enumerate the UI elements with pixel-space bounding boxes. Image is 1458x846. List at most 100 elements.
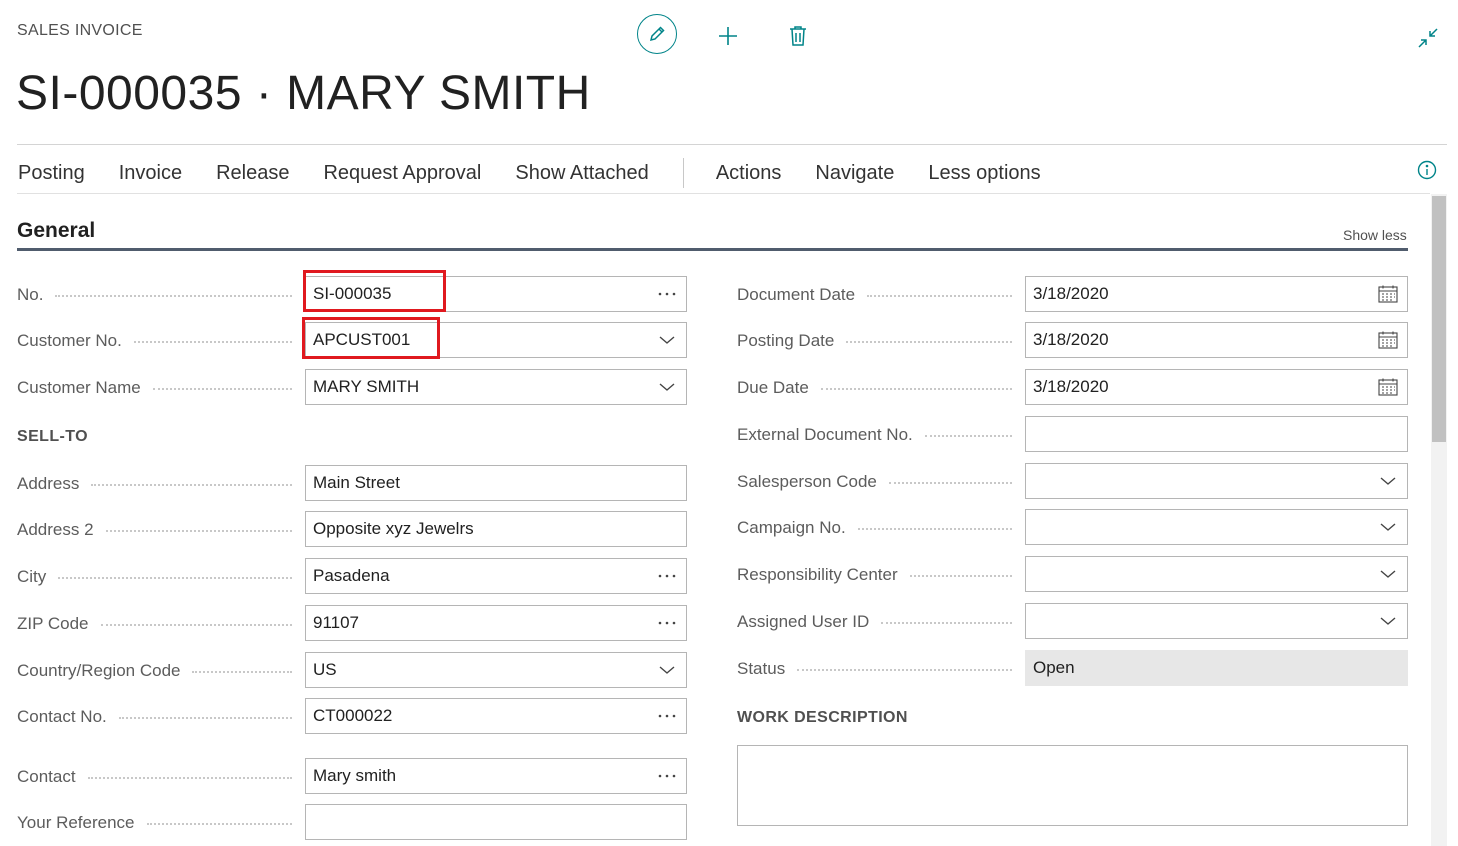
ellipsis-icon[interactable] — [656, 705, 678, 727]
add-button[interactable] — [710, 18, 746, 54]
calendar-icon[interactable] — [1377, 283, 1399, 305]
customer-name-field[interactable]: MARY SMITH — [305, 369, 687, 405]
ellipsis-icon[interactable] — [656, 565, 678, 587]
work-description-textarea[interactable] — [737, 745, 1408, 826]
assigned-user-id-label: Assigned User ID — [737, 611, 1012, 633]
due-date-label-text: Due Date — [737, 378, 809, 397]
menu-invoice[interactable]: Invoice — [119, 162, 182, 185]
chevron-down-icon[interactable] — [1377, 563, 1399, 585]
contact-value: Mary smith — [313, 766, 397, 785]
label-dots — [881, 622, 1012, 624]
zip-label-text: ZIP Code — [17, 614, 89, 633]
ellipsis-icon[interactable] — [656, 765, 678, 787]
calendar-icon[interactable] — [1377, 329, 1399, 351]
chevron-down-icon[interactable] — [656, 329, 678, 351]
zip-value: 91107 — [313, 613, 360, 632]
no-label: No. — [17, 284, 292, 306]
document-date-field[interactable]: 3/18/2020 — [1025, 276, 1408, 312]
action-menu: Posting Invoice Release Request Approval… — [18, 156, 1075, 190]
menu-request-approval[interactable]: Request Approval — [323, 162, 481, 185]
contact-no-label-text: Contact No. — [17, 707, 107, 726]
address2-label-text: Address 2 — [17, 520, 94, 539]
chevron-down-icon[interactable] — [1377, 516, 1399, 538]
address-label: Address — [17, 473, 292, 495]
contact-field[interactable]: Mary smith — [305, 758, 687, 794]
label-dots — [846, 341, 1012, 343]
menu-release[interactable]: Release — [216, 162, 289, 185]
contact-no-value: CT000022 — [313, 706, 393, 725]
country-field[interactable]: US — [305, 652, 687, 688]
zip-field[interactable]: 91107 — [305, 605, 687, 641]
status-field: Open — [1025, 650, 1408, 686]
your-reference-label-text: Your Reference — [17, 813, 135, 832]
label-dots — [100, 624, 292, 626]
menu-actions[interactable]: Actions — [716, 162, 782, 185]
external-doc-no-field[interactable] — [1025, 416, 1408, 452]
menu-less-options[interactable]: Less options — [928, 162, 1040, 185]
assigned-user-id-field[interactable] — [1025, 603, 1408, 639]
assigned-user-id-label-text: Assigned User ID — [737, 612, 870, 631]
customer-name-label: Customer Name — [17, 377, 292, 399]
work-description-heading: WORK DESCRIPTION — [737, 709, 908, 726]
document-date-label-text: Document Date — [737, 285, 856, 304]
city-label: City — [17, 566, 292, 588]
label-dots — [192, 671, 292, 673]
contact-no-field[interactable]: CT000022 — [305, 698, 687, 734]
page-caption: SALES INVOICE — [17, 22, 143, 39]
country-value: US — [313, 660, 337, 679]
campaign-no-field[interactable] — [1025, 509, 1408, 545]
external-doc-no-label-text: External Document No. — [737, 425, 913, 444]
status-label-text: Status — [737, 659, 786, 678]
salesperson-code-field[interactable] — [1025, 463, 1408, 499]
menu-divider — [17, 193, 1430, 194]
delete-button[interactable] — [780, 18, 816, 54]
country-label: Country/Region Code — [17, 660, 292, 682]
city-field[interactable]: Pasadena — [305, 558, 687, 594]
group-underline — [17, 248, 1408, 251]
chevron-down-icon[interactable] — [656, 659, 678, 681]
posting-date-label: Posting Date — [737, 330, 1012, 352]
customer-no-label-text: Customer No. — [17, 331, 122, 350]
contact-label-text: Contact — [17, 767, 76, 786]
show-less-link[interactable]: Show less — [1343, 227, 1407, 243]
menu-navigate[interactable]: Navigate — [815, 162, 894, 185]
menu-posting[interactable]: Posting — [18, 162, 85, 185]
menu-show-attached[interactable]: Show Attached — [515, 162, 648, 185]
label-dots — [797, 669, 1012, 671]
address2-field[interactable]: Opposite xyz Jewelrs — [305, 511, 687, 547]
label-dots — [924, 435, 1012, 437]
due-date-label: Due Date — [737, 377, 1012, 399]
label-dots — [105, 530, 292, 532]
collapse-button[interactable] — [1412, 22, 1444, 54]
due-date-field[interactable]: 3/18/2020 — [1025, 369, 1408, 405]
label-dots — [133, 341, 292, 343]
info-icon — [1417, 160, 1437, 180]
responsibility-center-field[interactable] — [1025, 556, 1408, 592]
your-reference-field[interactable] — [305, 804, 687, 840]
address-field[interactable]: Main Street — [305, 465, 687, 501]
contact-label: Contact — [17, 766, 292, 788]
external-doc-no-label: External Document No. — [737, 424, 1012, 446]
label-dots — [91, 484, 292, 486]
label-dots — [55, 295, 292, 297]
chevron-down-icon[interactable] — [1377, 610, 1399, 632]
no-label-text: No. — [17, 285, 44, 304]
posting-date-value: 3/18/2020 — [1033, 330, 1109, 349]
customer-no-highlight-box — [302, 317, 440, 359]
chevron-down-icon[interactable] — [1377, 470, 1399, 492]
collapse-arrows-icon — [1418, 28, 1438, 48]
due-date-value: 3/18/2020 — [1033, 377, 1109, 396]
group-title[interactable]: General — [17, 219, 95, 243]
salesperson-code-label: Salesperson Code — [737, 471, 1012, 493]
responsibility-center-label-text: Responsibility Center — [737, 565, 898, 584]
scrollbar-thumb[interactable] — [1432, 196, 1446, 442]
info-button[interactable] — [1415, 158, 1439, 182]
posting-date-field[interactable]: 3/18/2020 — [1025, 322, 1408, 358]
sell-to-heading: SELL-TO — [17, 428, 88, 445]
calendar-icon[interactable] — [1377, 376, 1399, 398]
ellipsis-icon[interactable] — [656, 283, 678, 305]
chevron-down-icon[interactable] — [656, 376, 678, 398]
ellipsis-icon[interactable] — [656, 612, 678, 634]
label-dots — [152, 388, 292, 390]
edit-button[interactable] — [637, 14, 677, 54]
